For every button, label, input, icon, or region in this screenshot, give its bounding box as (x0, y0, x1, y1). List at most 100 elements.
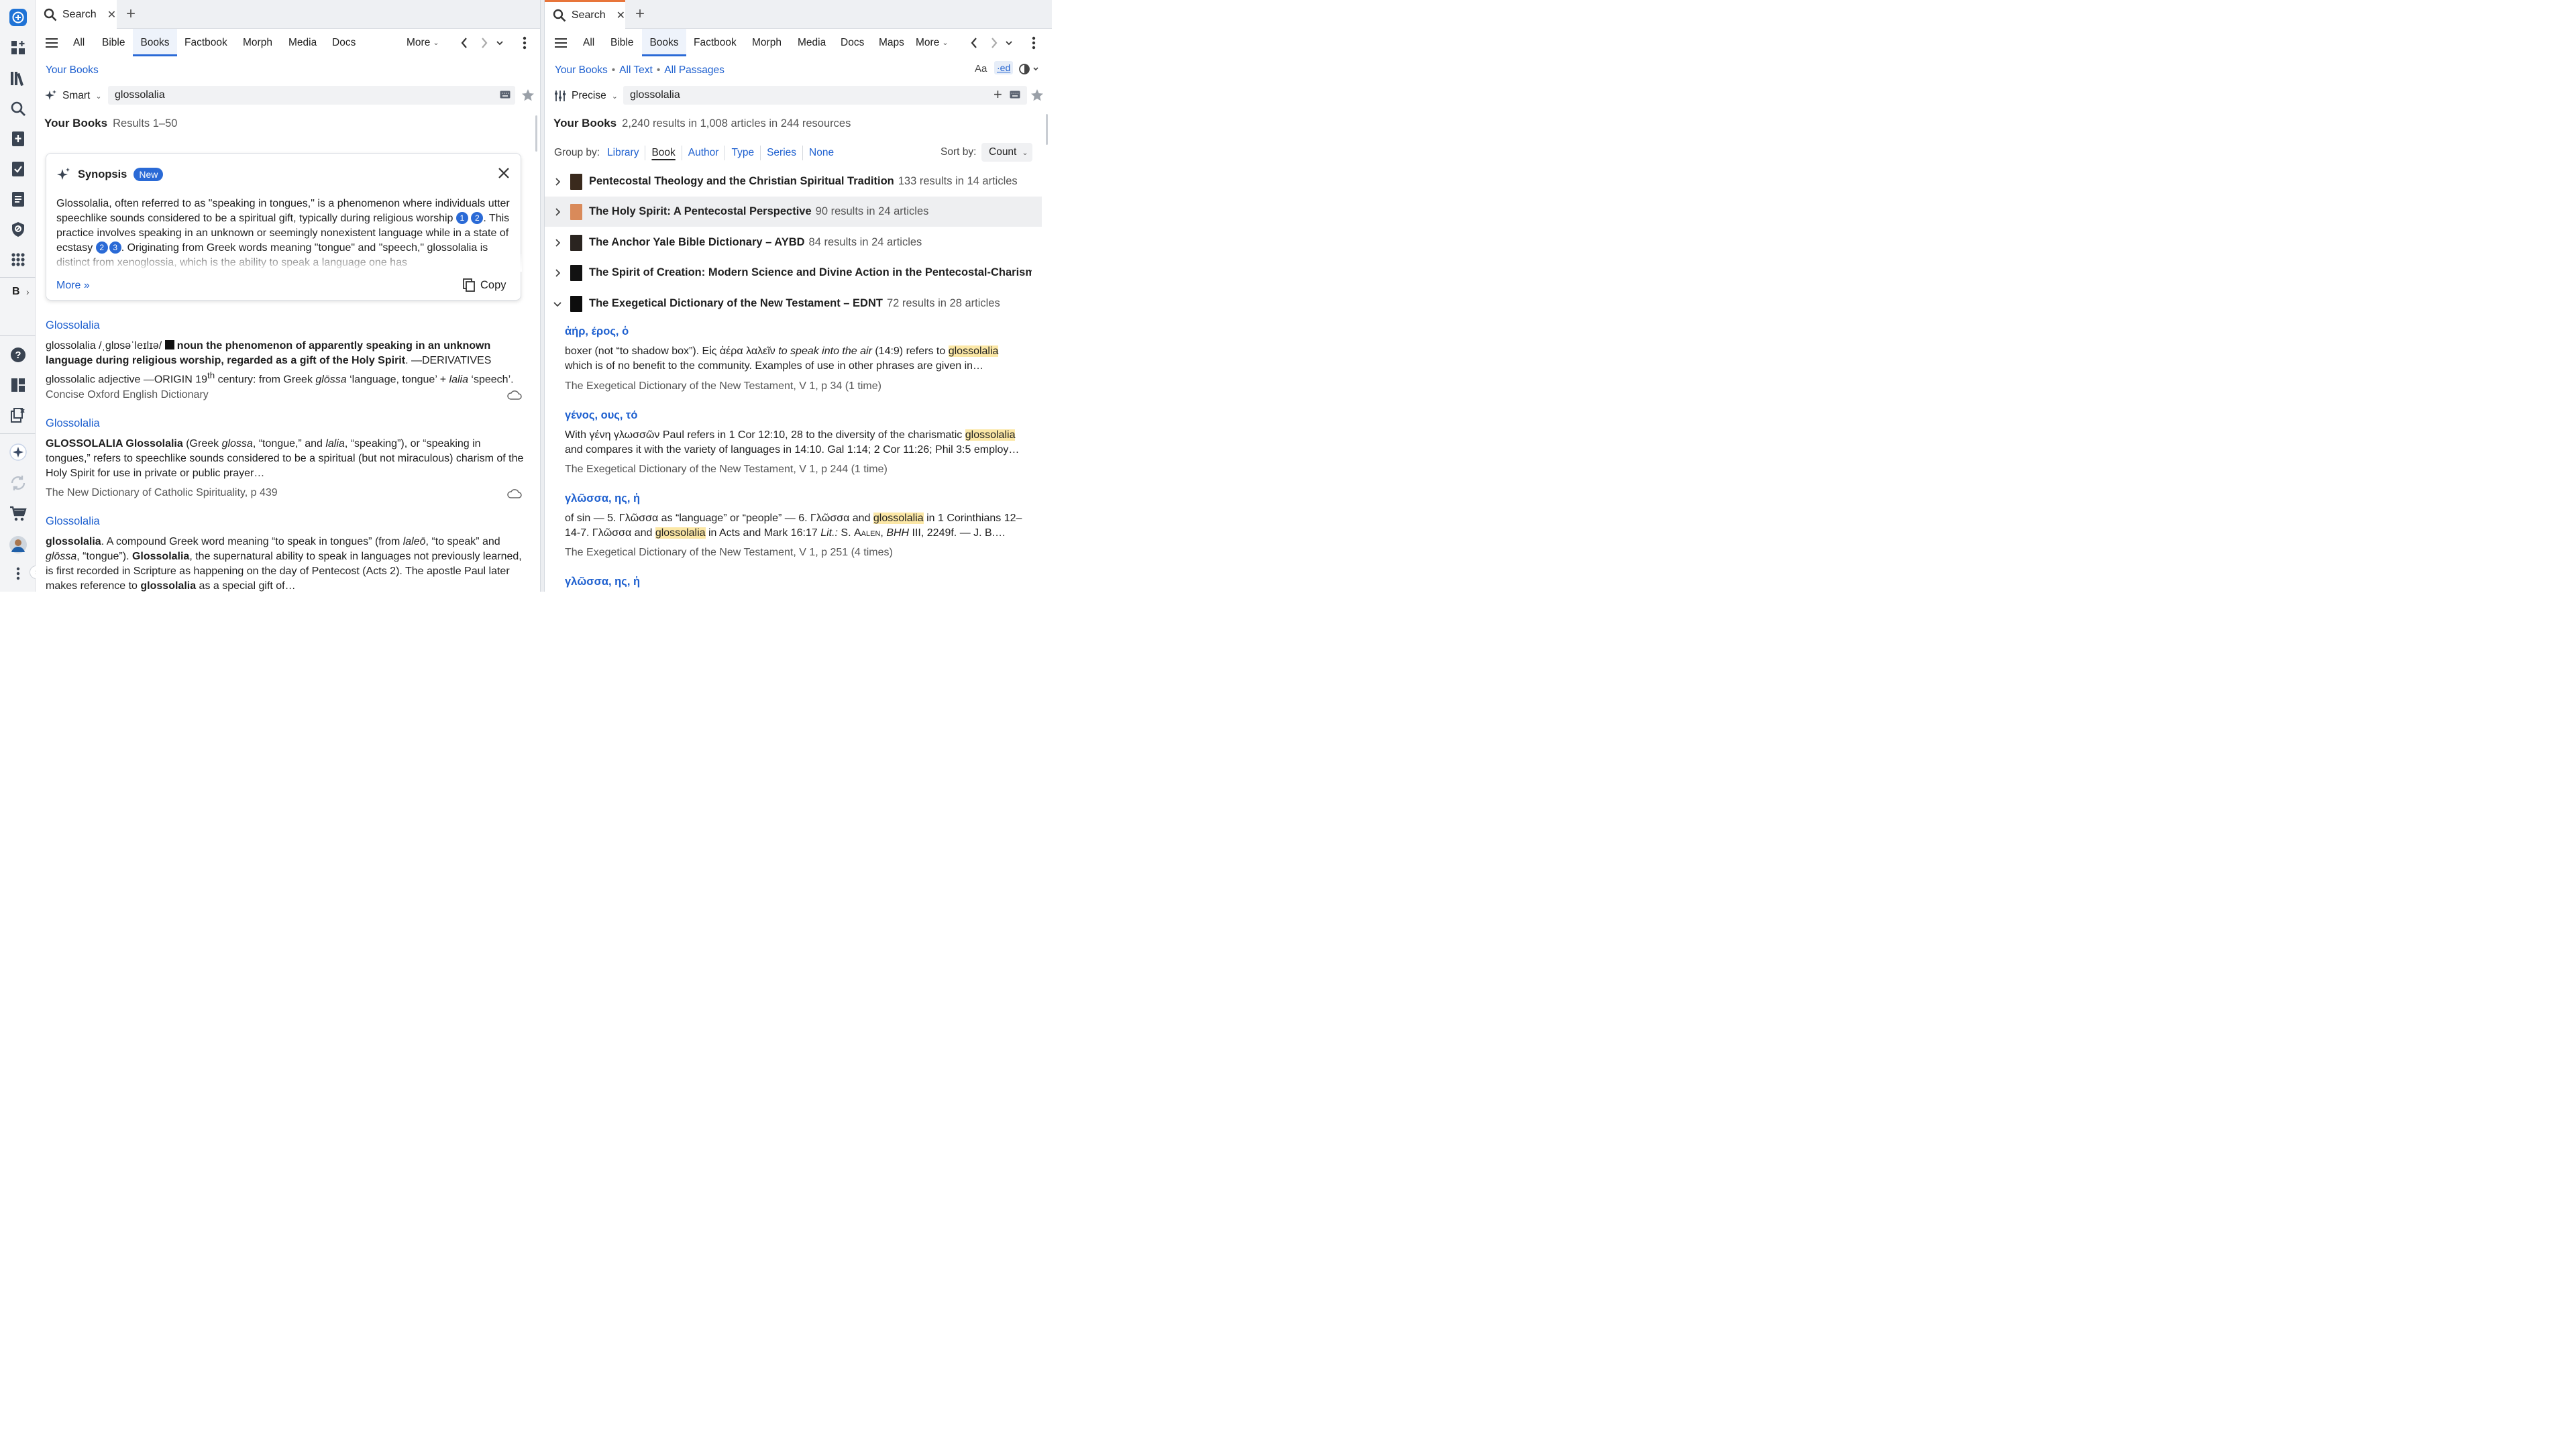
chevron-right-icon[interactable] (545, 238, 570, 247)
tab-morph[interactable]: Morph (752, 29, 782, 56)
new-tab-icon[interactable]: + (631, 5, 649, 23)
apps-grid-icon[interactable] (5, 247, 30, 272)
group-by-none[interactable]: None (803, 146, 840, 160)
help-icon[interactable]: ? (5, 342, 30, 367)
group-by-series[interactable]: Series (761, 146, 804, 160)
search-hit[interactable]: glossolalia (965, 429, 1016, 441)
book-group-row[interactable]: The Holy Spirit: A Pentecostal Perspecti… (545, 197, 1042, 227)
chevron-right-icon[interactable] (545, 207, 570, 216)
search-hit[interactable]: glossolalia (655, 527, 706, 539)
search-input[interactable]: glossolalia (108, 86, 515, 105)
close-icon[interactable] (498, 167, 510, 179)
cart-icon[interactable] (5, 501, 30, 526)
result-title[interactable]: Glossolalia (46, 319, 100, 332)
book-group-row[interactable]: The Spirit of Creation: Modern Science a… (545, 258, 1042, 288)
favorites-b-label[interactable]: B (12, 286, 20, 298)
more-vertical-icon[interactable] (5, 561, 30, 586)
breadcrumb-your-books[interactable]: Your Books (555, 64, 608, 76)
dashboard-add-icon[interactable] (5, 35, 30, 60)
keyboard-icon[interactable] (1010, 91, 1020, 99)
checklist-icon[interactable] (5, 156, 30, 181)
back-icon[interactable] (460, 29, 468, 57)
more-tabs-button[interactable]: More ⌄ (407, 29, 439, 56)
tab-morph[interactable]: Morph (243, 29, 272, 56)
search-input[interactable]: glossolalia (623, 86, 1027, 105)
chevron-right-icon[interactable] (545, 268, 570, 277)
search-hit[interactable]: glossolalia (948, 345, 999, 357)
left-search-tab[interactable]: Search ✕ (36, 0, 117, 29)
shield-icon[interactable] (5, 217, 30, 241)
search-hit[interactable]: glossolalia (873, 513, 924, 524)
article-headword[interactable]: γένος, ους, τό (565, 409, 638, 422)
search-mode-dropdown[interactable]: Smart ⌄ (45, 86, 102, 106)
book-group-row[interactable]: The Anchor Yale Bible Dictionary – AYBD 8… (545, 227, 1042, 258)
tab-factbook[interactable]: Factbook (694, 29, 737, 56)
hamburger-menu-icon[interactable] (554, 29, 568, 57)
close-panels-icon[interactable] (5, 402, 30, 427)
group-by-book[interactable]: Book (645, 146, 682, 160)
close-tab-icon[interactable]: ✕ (107, 8, 116, 21)
library-icon[interactable] (5, 66, 30, 91)
book-group-row[interactable]: Pentecostal Theology and the Christian S… (545, 166, 1042, 197)
inline-edit-icon[interactable]: ·ed (994, 61, 1014, 74)
tab-media[interactable]: Media (798, 29, 826, 56)
result-title[interactable]: Glossolalia (46, 515, 100, 528)
tab-factbook[interactable]: Factbook (184, 29, 227, 56)
citation-badge[interactable]: 2 (471, 212, 484, 224)
scrollbar-thumb[interactable] (535, 115, 537, 152)
tab-media[interactable]: Media (288, 29, 317, 56)
citation-badge[interactable]: 3 (109, 241, 121, 254)
article-source[interactable]: The Exegetical Dictionary of the New Tes… (565, 464, 888, 476)
forward-icon[interactable] (990, 29, 998, 57)
history-dropdown-icon[interactable] (496, 29, 504, 57)
tab-bible[interactable]: Bible (610, 29, 633, 56)
visual-filter-icon[interactable] (1019, 63, 1039, 75)
chevron-down-icon[interactable] (545, 301, 570, 307)
breadcrumb-your-books[interactable]: Your Books (46, 64, 99, 76)
sort-by-dropdown[interactable]: Count ⌄ (981, 143, 1032, 162)
group-by-author[interactable]: Author (682, 146, 726, 160)
search-icon[interactable] (5, 96, 30, 121)
article-headword[interactable]: ἀήρ, έρος, ὁ (565, 325, 629, 338)
tab-all[interactable]: All (583, 29, 594, 56)
tab-docs[interactable]: Docs (332, 29, 356, 56)
bible-add-icon[interactable] (5, 126, 30, 151)
tab-books[interactable]: Books (642, 29, 686, 56)
tab-docs[interactable]: Docs (841, 29, 864, 56)
close-tab-icon[interactable]: ✕ (616, 9, 625, 22)
tab-all[interactable]: All (73, 29, 85, 56)
article-headword[interactable]: γλῶσσα, ης, ἡ (565, 576, 640, 588)
copy-button[interactable]: Copy (463, 278, 506, 292)
new-tab-icon[interactable]: + (122, 5, 140, 23)
panel-menu-icon[interactable] (523, 29, 527, 57)
article-source[interactable]: The Exegetical Dictionary of the New Tes… (565, 547, 893, 559)
keyboard-icon[interactable] (500, 91, 511, 99)
scrollbar-thumb[interactable] (1046, 114, 1048, 145)
cloud-icon[interactable] (507, 489, 522, 498)
synopsis-more-link[interactable]: More » (56, 280, 90, 292)
result-title[interactable]: Glossolalia (46, 417, 100, 430)
tab-books[interactable]: Books (133, 29, 177, 56)
breadcrumb-all-passages[interactable]: All Passages (664, 64, 724, 76)
document-icon[interactable] (5, 186, 30, 211)
group-by-library[interactable]: Library (601, 146, 646, 160)
cloud-icon[interactable] (507, 390, 522, 400)
breadcrumb-all-text[interactable]: All Text (619, 64, 653, 76)
chevron-right-icon[interactable]: › (26, 286, 30, 297)
user-avatar[interactable] (5, 532, 30, 557)
result-source[interactable]: Concise Oxford English Dictionary (46, 389, 209, 401)
citation-badge[interactable]: 1 (455, 212, 468, 224)
result-source[interactable]: The New Dictionary of Catholic Spiritual… (46, 487, 278, 499)
chevron-right-icon[interactable] (545, 177, 570, 186)
logos-home-icon[interactable] (5, 5, 30, 30)
layouts-icon[interactable] (5, 372, 30, 397)
forward-icon[interactable] (480, 29, 488, 57)
sync-icon[interactable] (5, 470, 30, 495)
favorite-star-icon[interactable] (521, 89, 535, 102)
text-size-icon[interactable]: Aa (975, 63, 987, 74)
ai-sparkle-icon[interactable] (5, 439, 30, 464)
more-tabs-button[interactable]: More ⌄ (916, 29, 949, 56)
article-source[interactable]: The Exegetical Dictionary of the New Tes… (565, 380, 881, 392)
back-icon[interactable] (970, 29, 978, 57)
add-query-icon[interactable]: + (994, 87, 1002, 102)
